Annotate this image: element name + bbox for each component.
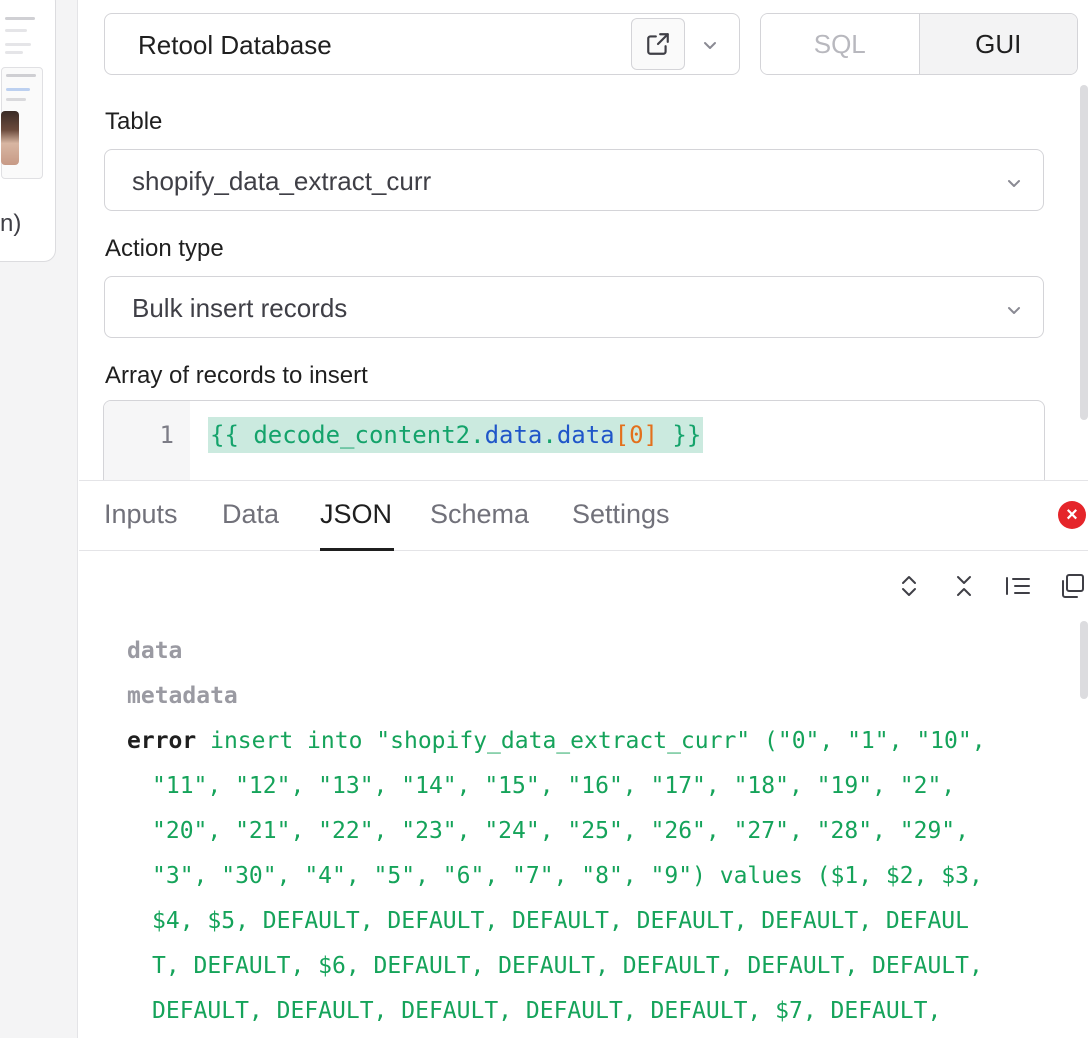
code-token-property: data: [484, 421, 543, 449]
json-error-line: DEFAULT, DEFAULT, DEFAULT, DEFAULT, DEFA…: [152, 998, 942, 1024]
mini-text-line: [5, 43, 31, 46]
code-token-identifier: decode_content2: [253, 421, 471, 449]
code-token-index: 0: [629, 421, 644, 449]
copy-icon: [1062, 574, 1084, 598]
tab-data[interactable]: Data: [222, 499, 279, 530]
tab-settings[interactable]: Settings: [572, 499, 670, 530]
resource-select[interactable]: Retool Database: [104, 13, 740, 75]
table-select[interactable]: shopify_data_extract_curr: [104, 149, 1044, 211]
tab-inputs[interactable]: Inputs: [104, 499, 178, 530]
json-error-line: "11", "12", "13", "14", "15", "16", "17"…: [152, 773, 956, 799]
expand-all-button[interactable]: [894, 571, 924, 601]
json-scrollbar[interactable]: [1080, 621, 1088, 699]
expand-all-icon: [902, 576, 916, 596]
action-type-select[interactable]: Bulk insert records: [104, 276, 1044, 338]
avatar-thumbnail: [1, 111, 19, 165]
json-viewer: data metadata error insert into "shopify…: [127, 629, 1057, 1034]
copy-json-button[interactable]: [1057, 571, 1087, 601]
query-results-panel: Inputs Data JSON Schema Settings × data …: [79, 480, 1088, 1038]
code-token-bracket: [: [614, 421, 630, 449]
mini-text-line: [5, 17, 35, 20]
line-number: 1: [159, 421, 174, 449]
code-token-dot: .: [542, 421, 557, 449]
collapse-all-icon: [957, 576, 971, 596]
resource-name: Retool Database: [138, 30, 332, 60]
collapse-all-button[interactable]: [949, 571, 979, 601]
code-token-close-brace: }}: [657, 421, 702, 449]
gui-mode-button[interactable]: GUI: [919, 14, 1077, 74]
json-error-entry: error insert into "shopify_data_extract_…: [127, 719, 1057, 1034]
json-key-error[interactable]: error: [127, 728, 196, 754]
tab-schema[interactable]: Schema: [430, 499, 529, 530]
code-line[interactable]: {{ decode_content2.data.data[0] }}: [208, 417, 704, 453]
query-editor-panel: Retool Database SQL GUI Table shopify_da…: [79, 0, 1088, 1038]
json-error-line: "3", "30", "4", "5", "6", "7", "8", "9")…: [152, 863, 983, 889]
records-code-editor[interactable]: 1 {{ decode_content2.data.data[0] }}: [103, 400, 1045, 490]
json-error-line: "20", "21", "22", "23", "24", "25", "26"…: [152, 818, 969, 844]
chevron-down-icon: [1008, 307, 1020, 314]
code-token-property: data: [556, 421, 615, 449]
json-key-metadata[interactable]: metadata: [127, 674, 1057, 719]
mini-text-line: [6, 74, 36, 77]
json-key-data[interactable]: data: [127, 629, 1057, 674]
external-link-icon: [647, 33, 669, 55]
format-lines-icon: [1006, 577, 1030, 595]
chevron-down-icon: [1008, 180, 1020, 187]
sql-mode-button[interactable]: SQL: [761, 14, 920, 74]
chevron-down-icon[interactable]: [703, 38, 717, 52]
error-status-icon[interactable]: ×: [1058, 501, 1086, 529]
json-error-line: $4, $5, DEFAULT, DEFAULT, DEFAULT, DEFAU…: [152, 908, 969, 934]
code-token-bracket: ]: [643, 421, 658, 449]
json-error-line: T, DEFAULT, $6, DEFAULT, DEFAULT, DEFAUL…: [152, 953, 983, 979]
table-label: Table: [105, 108, 163, 135]
canvas-cut-label: n): [0, 210, 22, 237]
action-type-value: Bulk insert records: [132, 293, 348, 323]
table-select-value: shopify_data_extract_curr: [132, 166, 432, 196]
editor-gutter: 1: [104, 401, 190, 489]
open-resource-button[interactable]: [631, 18, 685, 70]
active-tab-indicator: [320, 548, 394, 551]
form-scrollbar[interactable]: [1080, 85, 1088, 420]
canvas-strip: n): [0, 0, 78, 1038]
json-error-line: insert into "shopify_data_extract_curr" …: [210, 728, 986, 754]
mini-text-line: [5, 51, 23, 54]
records-label: Array of records to insert: [105, 362, 368, 389]
code-token-dot: .: [470, 421, 485, 449]
code-token-open-brace: {{: [210, 421, 254, 449]
action-type-label: Action type: [105, 235, 224, 262]
results-tabs: Inputs Data JSON Schema Settings ×: [79, 481, 1088, 551]
tab-json[interactable]: JSON: [320, 499, 392, 530]
mini-text-line: [5, 29, 27, 32]
query-mode-toggle: SQL GUI: [760, 13, 1078, 75]
format-json-button[interactable]: [1003, 571, 1033, 601]
mini-text-line: [6, 88, 30, 91]
mini-text-line: [6, 98, 26, 101]
